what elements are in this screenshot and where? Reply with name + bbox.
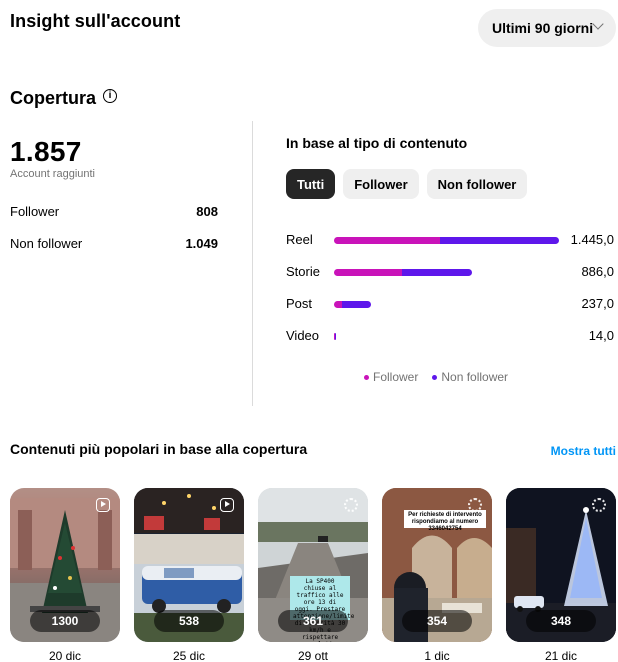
- popular-content-title: Contenuti più popolari in base alla cope…: [10, 441, 308, 457]
- bar-segment-non-follower[interactable]: [401, 269, 472, 276]
- follower-row: Follower 808: [10, 204, 218, 219]
- content-card[interactable]: 348: [506, 488, 616, 642]
- reach-count-pill: 354: [402, 610, 472, 632]
- bar-category-label: Storie: [286, 264, 320, 279]
- reel-icon: [220, 498, 234, 512]
- reach-count-pill: 1300: [30, 610, 100, 632]
- bar-category-label: Post: [286, 296, 313, 311]
- bar-row-storie: Storie 886,0: [286, 263, 616, 281]
- bar-row-reel: Reel 1.445,0: [286, 231, 616, 249]
- coverage-title: Copertura i: [10, 88, 118, 109]
- popular-content-list: 1300 20 dic 538 25 dic La SP400 chiuse a…: [10, 488, 618, 662]
- legend-non-follower-dot: [432, 374, 438, 380]
- reel-icon: [96, 498, 110, 512]
- accounts-reached-value: 1.857: [10, 136, 82, 167]
- content-type-title: In base al tipo di contenuto: [286, 135, 468, 151]
- content-card[interactable]: Per richieste di intervento rispondiamo …: [382, 488, 492, 642]
- content-card[interactable]: 538: [134, 488, 244, 642]
- bar-category-label: Video: [286, 328, 320, 343]
- bar-value-label: 14,0: [588, 328, 614, 343]
- content-date: 1 dic: [424, 649, 450, 662]
- legend-follower: Follower: [364, 370, 418, 384]
- header: Insight sull'account Ultimi 90 giorni: [10, 0, 618, 50]
- non-follower-label: Non follower: [10, 236, 83, 251]
- legend-follower-label: Follower: [373, 370, 419, 384]
- bar-segment-non-follower[interactable]: [335, 333, 337, 340]
- carousel-icon: [592, 498, 606, 512]
- filter-non-follower[interactable]: Non follower: [426, 169, 528, 199]
- content-card[interactable]: La SP400 chiuse al traffico alle ore 13 …: [258, 488, 368, 642]
- content-date: 21 dic: [544, 649, 578, 662]
- bar-row-video: Video 14,0: [286, 327, 616, 345]
- content-card[interactable]: 1300: [10, 488, 120, 642]
- accounts-reached-label: Account raggiunti: [10, 168, 95, 180]
- content-date: 29 ott: [297, 649, 329, 662]
- legend-non-follower: Non follower: [432, 370, 508, 384]
- content-date: 25 dic: [172, 649, 206, 662]
- bar-segment-follower[interactable]: [334, 301, 343, 308]
- filter-chips: Tutti Follower Non follower: [286, 169, 528, 199]
- filter-all[interactable]: Tutti: [286, 169, 336, 199]
- chart-legend: Follower Non follower: [364, 370, 508, 384]
- legend-follower-dot: [364, 374, 369, 380]
- bar-segment-non-follower[interactable]: [342, 301, 371, 308]
- info-icon[interactable]: i: [103, 88, 118, 103]
- follower-label: Follower: [10, 204, 60, 219]
- filter-follower[interactable]: Follower: [343, 169, 419, 199]
- follower-value: 808: [196, 204, 218, 219]
- bar-category-label: Reel: [286, 232, 313, 247]
- divider: [252, 121, 253, 406]
- show-all-link[interactable]: Mostra tutti: [551, 444, 616, 458]
- carousel-icon: [468, 498, 482, 512]
- bar-segment-follower[interactable]: [334, 237, 441, 244]
- chevron-down-icon: [592, 18, 604, 30]
- reach-count-pill: 361: [278, 610, 348, 632]
- non-follower-value: 1.049: [185, 236, 218, 251]
- coverage-summary: 1.857 Account raggiunti Follower 808 Non…: [10, 130, 220, 251]
- bar-track: [334, 301, 559, 308]
- bar-segment-follower[interactable]: [334, 269, 402, 276]
- bar-value-label: 237,0: [581, 296, 614, 311]
- bar-segment-non-follower[interactable]: [440, 237, 559, 244]
- legend-non-follower-label: Non follower: [441, 370, 509, 384]
- date-range-label: Ultimi 90 giorni: [492, 20, 594, 36]
- reach-count-pill: 348: [526, 610, 596, 632]
- bar-track: [334, 237, 559, 244]
- overlay-notice-text: Per richieste di intervento rispondiamo …: [404, 510, 486, 532]
- bar-value-label: 886,0: [581, 264, 614, 279]
- reach-count-pill: 538: [154, 610, 224, 632]
- content-date: 20 dic: [48, 649, 82, 662]
- date-range-dropdown[interactable]: Ultimi 90 giorni: [478, 9, 616, 47]
- bar-track: [334, 269, 559, 276]
- coverage-title-text: Copertura: [10, 88, 97, 108]
- bar-row-post: Post 237,0: [286, 295, 616, 313]
- carousel-icon: [344, 498, 358, 512]
- page-title: Insight sull'account: [10, 11, 181, 31]
- bar-value-label: 1.445,0: [570, 232, 614, 247]
- non-follower-row: Non follower 1.049: [10, 236, 218, 251]
- bar-track: [334, 333, 559, 340]
